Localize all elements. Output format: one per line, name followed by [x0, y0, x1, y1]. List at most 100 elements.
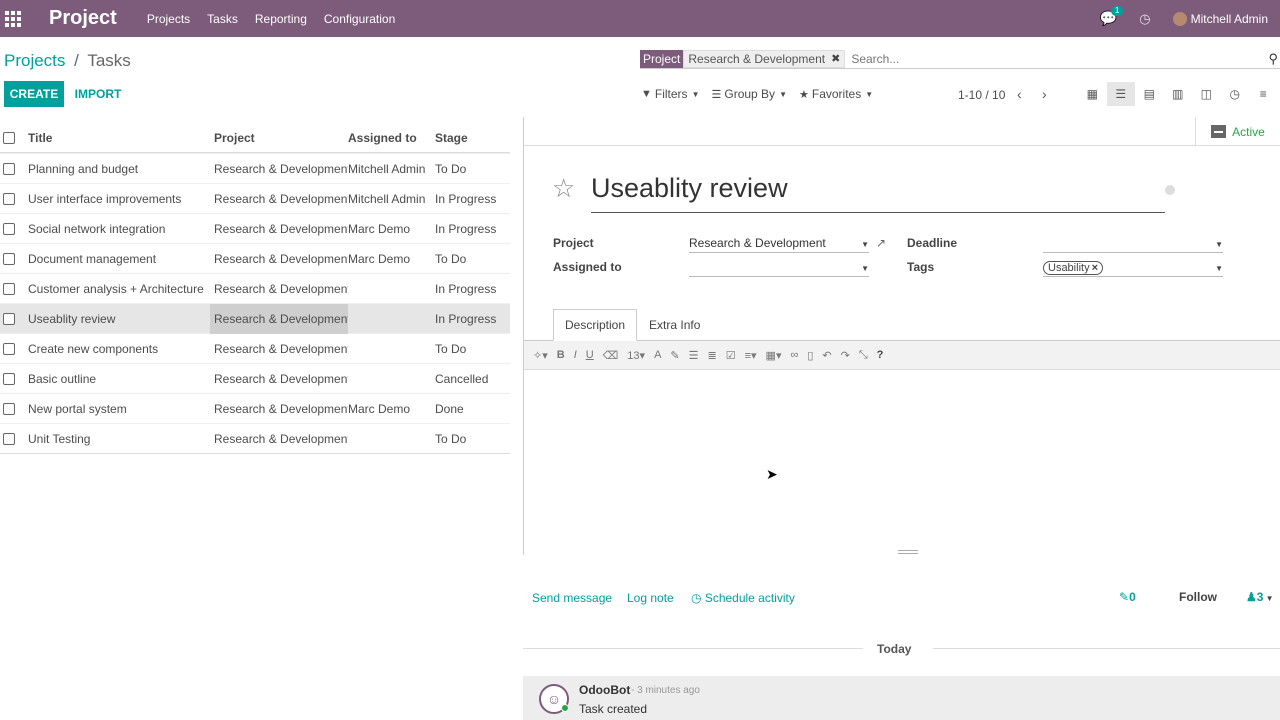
user-menu[interactable]: Mitchell Admin [1191, 12, 1268, 26]
row-checkbox[interactable] [3, 252, 15, 265]
row-checkbox[interactable] [3, 162, 15, 175]
tags-field[interactable]: Usability × ▼ [1043, 259, 1223, 277]
table-row-selected[interactable]: Useablity review Research & Development … [0, 303, 510, 334]
external-link-icon[interactable]: ↗ [876, 236, 886, 250]
search-icon[interactable]: ⚲ [1268, 51, 1278, 67]
cell-project: Research & Development [214, 371, 348, 386]
create-button[interactable]: CREATE [4, 81, 64, 107]
eraser-icon[interactable]: ⌫ [603, 349, 619, 362]
pivot-icon[interactable]: ▥ [1164, 82, 1193, 106]
graph-icon[interactable]: ◫ [1192, 82, 1221, 106]
message-author[interactable]: OdooBot [579, 683, 630, 697]
row-checkbox[interactable] [3, 372, 15, 385]
header-title[interactable]: Title [28, 131, 210, 145]
facet-remove-icon[interactable]: ✖ [831, 51, 840, 67]
app-brand[interactable]: Project [49, 7, 117, 30]
cell-title: New portal system [28, 401, 127, 416]
pager-prev-icon[interactable]: ‹ [1017, 86, 1022, 102]
table-row[interactable]: Create new components Research & Develop… [0, 333, 510, 363]
attachment-button[interactable]: ✎0 [1119, 590, 1136, 604]
apps-menu-icon[interactable] [5, 10, 21, 27]
align-icon[interactable]: ≡▾ [745, 349, 757, 362]
task-title-field[interactable]: Useablity review [591, 171, 1165, 213]
kanban-icon[interactable]: ▦ [1078, 82, 1107, 106]
font-color-icon[interactable]: A [654, 349, 661, 361]
fullscreen-icon[interactable]: ⤡ [859, 349, 868, 362]
log-note-button[interactable]: Log note [627, 591, 674, 605]
row-checkbox[interactable] [3, 192, 15, 205]
select-all-checkbox[interactable] [3, 131, 15, 144]
favorites-dropdown[interactable]: ★ Favorites ▼ [799, 87, 873, 101]
header-assigned[interactable]: Assigned to [348, 131, 435, 145]
underline-icon[interactable]: U [586, 349, 594, 361]
calendar-icon[interactable]: ▤ [1135, 82, 1164, 106]
editor-resize-handle[interactable] [898, 550, 918, 554]
header-stage[interactable]: Stage [435, 131, 510, 145]
table-row[interactable]: Unit Testing Research & Development To D… [0, 423, 510, 453]
bold-icon[interactable]: B [557, 349, 565, 361]
row-checkbox[interactable] [3, 432, 15, 445]
assigned-field[interactable]: ▼ [689, 259, 869, 277]
checklist-icon[interactable]: ☑ [726, 349, 736, 362]
gantt-icon[interactable]: ≡ [1249, 82, 1278, 106]
project-field[interactable]: Research & Development ▼ [689, 235, 869, 253]
cell-project: Research & Development [214, 191, 348, 206]
row-checkbox[interactable] [3, 282, 15, 295]
pager-next-icon[interactable]: › [1042, 86, 1047, 102]
header-project[interactable]: Project [210, 131, 348, 145]
avatar[interactable] [1172, 11, 1187, 26]
list-icon[interactable]: ☰ [1106, 82, 1135, 106]
row-checkbox[interactable] [3, 312, 15, 325]
bullet-list-icon[interactable]: ☰ [689, 349, 699, 362]
active-toggle-button[interactable]: Active [1195, 117, 1280, 146]
table-icon[interactable]: ▦▾ [766, 349, 782, 362]
brush-icon[interactable]: ✎ [670, 349, 679, 362]
tab-extra-info[interactable]: Extra Info [637, 309, 712, 341]
deadline-field[interactable]: ▼ [1043, 235, 1223, 253]
help-icon[interactable]: ? [877, 349, 884, 361]
table-row[interactable]: Basic outline Research & Development Can… [0, 363, 510, 393]
table-row[interactable]: Customer analysis + Architecture Researc… [0, 273, 510, 303]
filter-icon: ▼ [641, 88, 652, 100]
pager-value[interactable]: 1-10 / 10 [958, 88, 1005, 102]
file-icon[interactable]: ▯ [807, 349, 813, 362]
tab-description[interactable]: Description [553, 309, 638, 341]
font-size-dropdown[interactable]: 13▾ [627, 349, 645, 362]
menu-projects[interactable]: Projects [147, 12, 190, 26]
chat-icon[interactable]: 💬 1 [1100, 6, 1124, 27]
kanban-state-icon[interactable] [1165, 185, 1175, 195]
project-label: Project [553, 236, 594, 250]
table-row[interactable]: Social network integration Research & De… [0, 213, 510, 243]
row-checkbox[interactable] [3, 222, 15, 235]
activity-icon[interactable]: ◷ [1221, 82, 1250, 106]
row-checkbox[interactable] [3, 342, 15, 355]
link-icon[interactable]: ∞ [790, 349, 798, 361]
italic-icon[interactable]: I [574, 349, 577, 361]
import-button[interactable]: IMPORT [70, 81, 126, 107]
redo-icon[interactable]: ↷ [841, 349, 850, 362]
row-checkbox[interactable] [3, 402, 15, 415]
tag-remove-icon[interactable]: × [1092, 262, 1098, 274]
followers-button[interactable]: ♟3 ▼ [1246, 590, 1274, 604]
menu-tasks[interactable]: Tasks [207, 12, 238, 26]
deadline-label: Deadline [907, 236, 958, 250]
breadcrumb-projects[interactable]: Projects [4, 51, 65, 70]
schedule-activity-button[interactable]: ◷ Schedule activity [691, 591, 795, 605]
send-message-button[interactable]: Send message [532, 591, 612, 605]
table-row[interactable]: Document management Research & Developme… [0, 243, 510, 273]
table-row[interactable]: User interface improvements Research & D… [0, 183, 510, 213]
table-row[interactable]: New portal system Research & Development… [0, 393, 510, 423]
magic-wand-icon[interactable]: ✧▾ [533, 349, 548, 362]
group-by-dropdown[interactable]: ☰ Group By ▼ [711, 87, 787, 101]
description-editor[interactable] [524, 370, 1280, 555]
priority-star-icon[interactable]: ☆ [552, 173, 575, 204]
undo-icon[interactable]: ↶ [822, 349, 831, 362]
menu-reporting[interactable]: Reporting [255, 12, 307, 26]
activity-clock-icon[interactable]: ◷ [1139, 11, 1150, 27]
filters-dropdown[interactable]: ▼ Filters ▼ [641, 87, 699, 101]
numbered-list-icon[interactable]: ≣ [708, 349, 717, 362]
menu-configuration[interactable]: Configuration [324, 12, 395, 26]
table-row[interactable]: Planning and budget Research & Developme… [0, 153, 510, 183]
search-input[interactable] [851, 51, 1252, 66]
follow-button[interactable]: Follow [1179, 590, 1217, 604]
